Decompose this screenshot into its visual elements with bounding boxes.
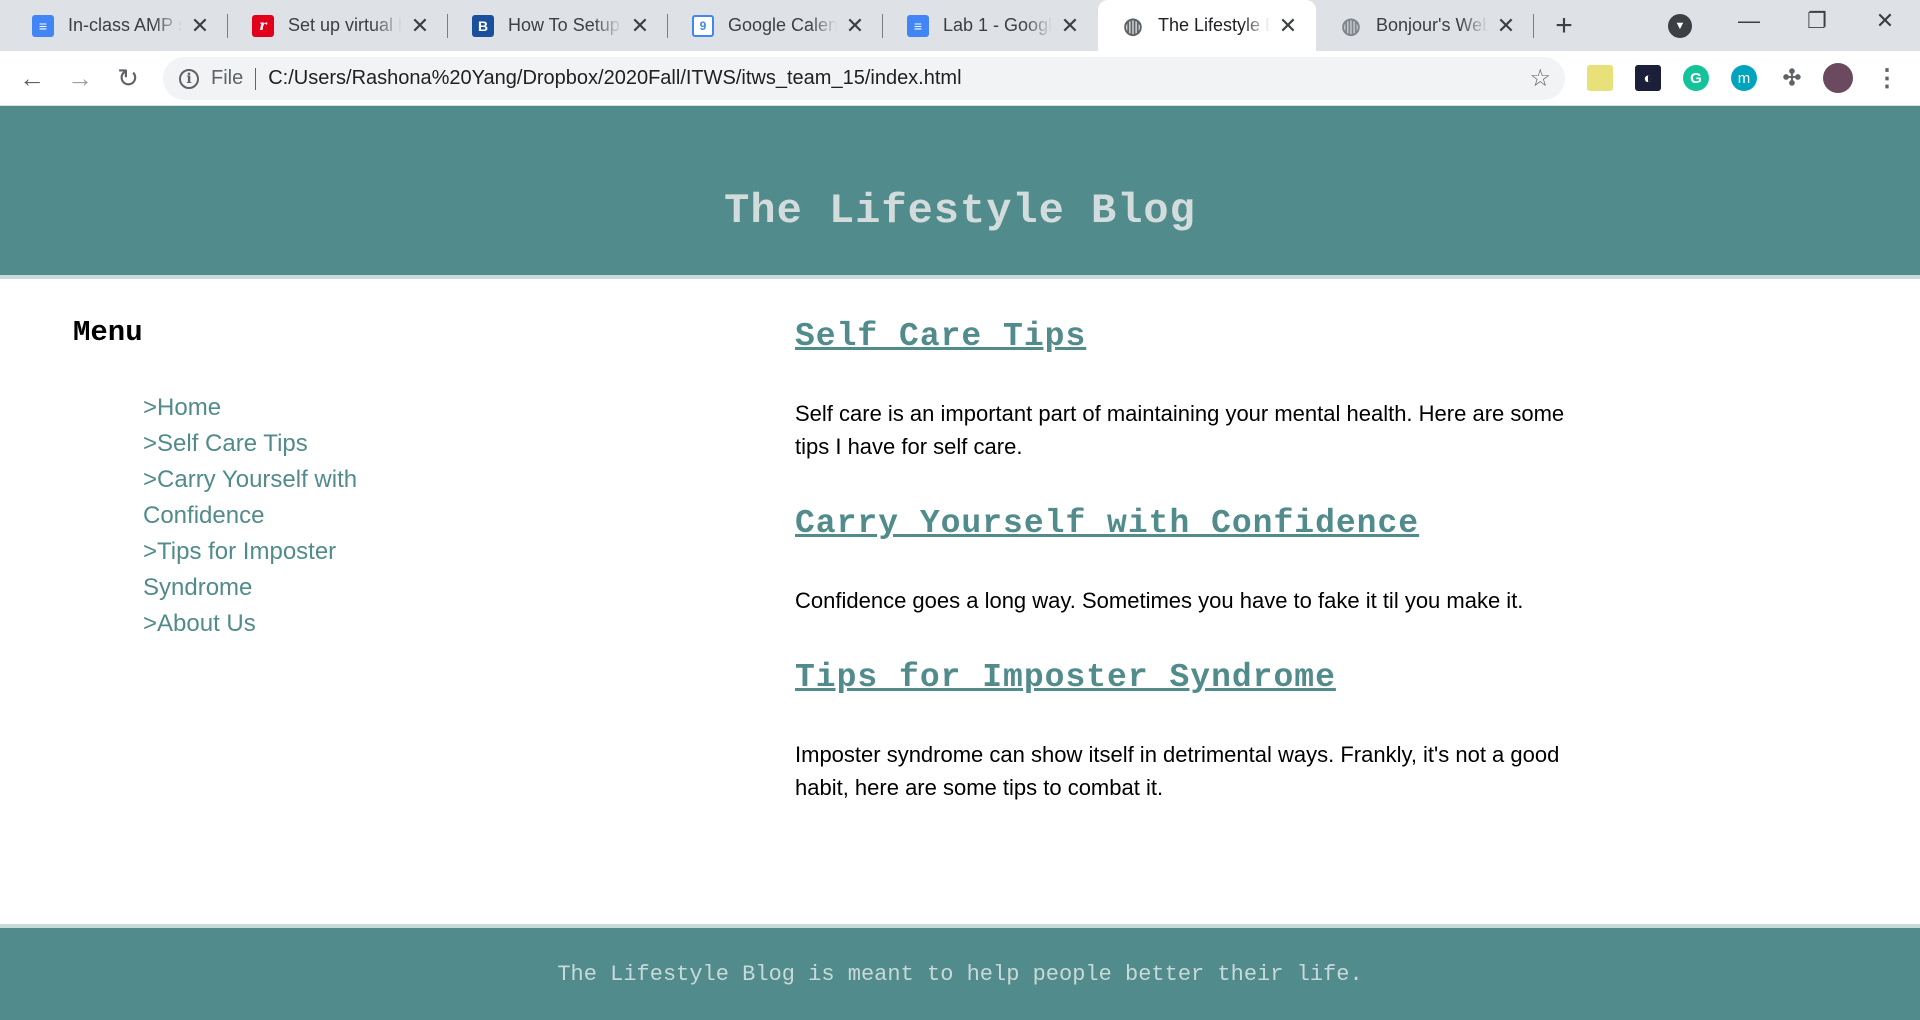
post-body: Imposter syndrome can show itself in det… xyxy=(795,742,1560,800)
close-icon[interactable]: ✕ xyxy=(1278,14,1298,36)
footer-text: The Lifestyle Blog is meant to help peop… xyxy=(557,961,1363,987)
google-docs-icon: ≡ xyxy=(907,14,929,37)
tab-lab-1[interactable]: ≡ Lab 1 - Google ✕ xyxy=(883,0,1098,51)
menu-item: >Home xyxy=(143,390,393,426)
site-header: The Lifestyle Blog xyxy=(0,106,1920,279)
post-title-link-confidence[interactable]: Carry Yourself with Confidence xyxy=(795,505,1419,542)
menu-item: >Self Care Tips xyxy=(143,426,393,462)
extensions-puzzle-icon[interactable]: ✣ xyxy=(1779,65,1805,91)
menu-item: >Tips for Imposter Syndrome xyxy=(143,534,393,606)
close-icon[interactable]: ✕ xyxy=(845,14,865,36)
menu-item: >About Us xyxy=(143,606,393,642)
m-extension-icon[interactable]: m xyxy=(1731,65,1757,91)
tab-title: Bonjour's Webs xyxy=(1376,15,1488,35)
globe-icon: ◍ xyxy=(1341,12,1361,38)
tab-set-up-virtual-host[interactable]: r Set up virtual h ✕ xyxy=(228,0,448,51)
forward-arrow-icon[interactable]: → xyxy=(61,59,99,97)
tab-how-to-setup[interactable]: B How To Setup / ✕ xyxy=(448,0,668,51)
more-menu-icon[interactable]: ⋮ xyxy=(1874,65,1900,92)
address-divider xyxy=(255,67,257,90)
address-url[interactable]: C:/Users/Rashona%20Yang/Dropbox/2020Fall… xyxy=(268,67,961,90)
address-bar[interactable]: i File C:/Users/Rashona%20Yang/Dropbox/2… xyxy=(163,57,1565,100)
restore-icon[interactable]: ❐ xyxy=(1782,0,1852,42)
tab-title: Google Calenda xyxy=(728,15,837,35)
close-icon[interactable]: ✕ xyxy=(630,14,650,36)
menu-link-home[interactable]: >Home xyxy=(143,394,221,421)
bookmark-star-icon[interactable]: ☆ xyxy=(1529,64,1551,93)
menu-link-self-care-tips[interactable]: >Self Care Tips xyxy=(143,430,308,457)
site-footer: The Lifestyle Blog is meant to help peop… xyxy=(0,924,1920,1020)
menu-link-about-us[interactable]: >About Us xyxy=(143,610,256,637)
reload-icon[interactable]: ↻ xyxy=(109,59,147,97)
tab-search-chevron-icon[interactable]: ▼ xyxy=(1668,14,1692,38)
menu-link-imposter-syndrome[interactable]: >Tips for Imposter Syndrome xyxy=(143,538,336,601)
tab-title: The Lifestyle Bl xyxy=(1158,15,1270,35)
address-scheme: File xyxy=(211,67,244,89)
close-icon[interactable]: ✕ xyxy=(190,14,210,36)
grammarly-icon[interactable]: G xyxy=(1683,65,1709,91)
post-title-link-self-care[interactable]: Self Care Tips xyxy=(795,318,1086,355)
tab-title: In-class AMP st xyxy=(68,15,182,35)
google-calendar-icon: 9 xyxy=(692,14,714,37)
sprout-extension-icon[interactable] xyxy=(1587,65,1613,91)
profile-avatar[interactable] xyxy=(1823,63,1853,93)
tab-separator xyxy=(1533,14,1534,38)
close-icon[interactable]: ✕ xyxy=(1496,14,1516,36)
menu-heading: Menu xyxy=(73,316,143,349)
post-body: Self care is an important part of mainta… xyxy=(795,401,1565,459)
menu-link-carry-yourself[interactable]: >Carry Yourself with Confidence xyxy=(143,466,357,529)
tab-title: How To Setup / xyxy=(508,15,622,35)
tab-title: Set up virtual h xyxy=(288,15,402,35)
tab-google-calendar[interactable]: 9 Google Calenda ✕ xyxy=(668,0,883,51)
post-title: Self Care Tips xyxy=(795,318,1575,355)
r-brand-icon: r xyxy=(252,14,274,37)
sidebar-menu: >Home >Self Care Tips >Carry Yourself wi… xyxy=(143,390,393,642)
close-icon[interactable]: ✕ xyxy=(410,14,430,36)
tab-in-class-amp[interactable]: ≡ In-class AMP st ✕ xyxy=(8,0,228,51)
site-title: The Lifestyle Blog xyxy=(724,186,1196,235)
back-arrow-icon[interactable]: ← xyxy=(13,59,51,97)
globe-icon: ◍ xyxy=(1123,12,1143,38)
tab-title: Lab 1 - Google xyxy=(943,15,1052,35)
post-title: Carry Yourself with Confidence xyxy=(795,505,1575,542)
close-icon[interactable]: ✕ xyxy=(1060,14,1080,36)
browser-toolbar: ← → ↻ i File C:/Users/Rashona%20Yang/Dro… xyxy=(0,51,1920,106)
post-title-link-imposter-syndrome[interactable]: Tips for Imposter Syndrome xyxy=(795,659,1336,696)
google-docs-icon: ≡ xyxy=(32,14,54,37)
dark-mode-extension-icon[interactable]: ◐ xyxy=(1635,65,1661,91)
new-tab-plus-icon[interactable]: + xyxy=(1548,9,1580,42)
b-brand-icon: B xyxy=(472,14,494,37)
tab-the-lifestyle-blog[interactable]: ◍ The Lifestyle Bl ✕ xyxy=(1098,0,1316,51)
menu-item: >Carry Yourself with Confidence xyxy=(143,462,393,534)
minimize-icon[interactable]: — xyxy=(1714,0,1784,42)
post-title: Tips for Imposter Syndrome xyxy=(795,659,1575,696)
tab-bonjours-website[interactable]: ◍ Bonjour's Webs ✕ xyxy=(1316,0,1534,51)
info-icon[interactable]: i xyxy=(179,68,199,89)
tab-strip: ≡ In-class AMP st ✕ r Set up virtual h ✕… xyxy=(0,0,1920,51)
post-body: Confidence goes a long way. Sometimes yo… xyxy=(795,588,1524,613)
main-content: Self Care Tips Self care is an important… xyxy=(795,318,1575,846)
window-close-icon[interactable]: ✕ xyxy=(1850,0,1920,42)
